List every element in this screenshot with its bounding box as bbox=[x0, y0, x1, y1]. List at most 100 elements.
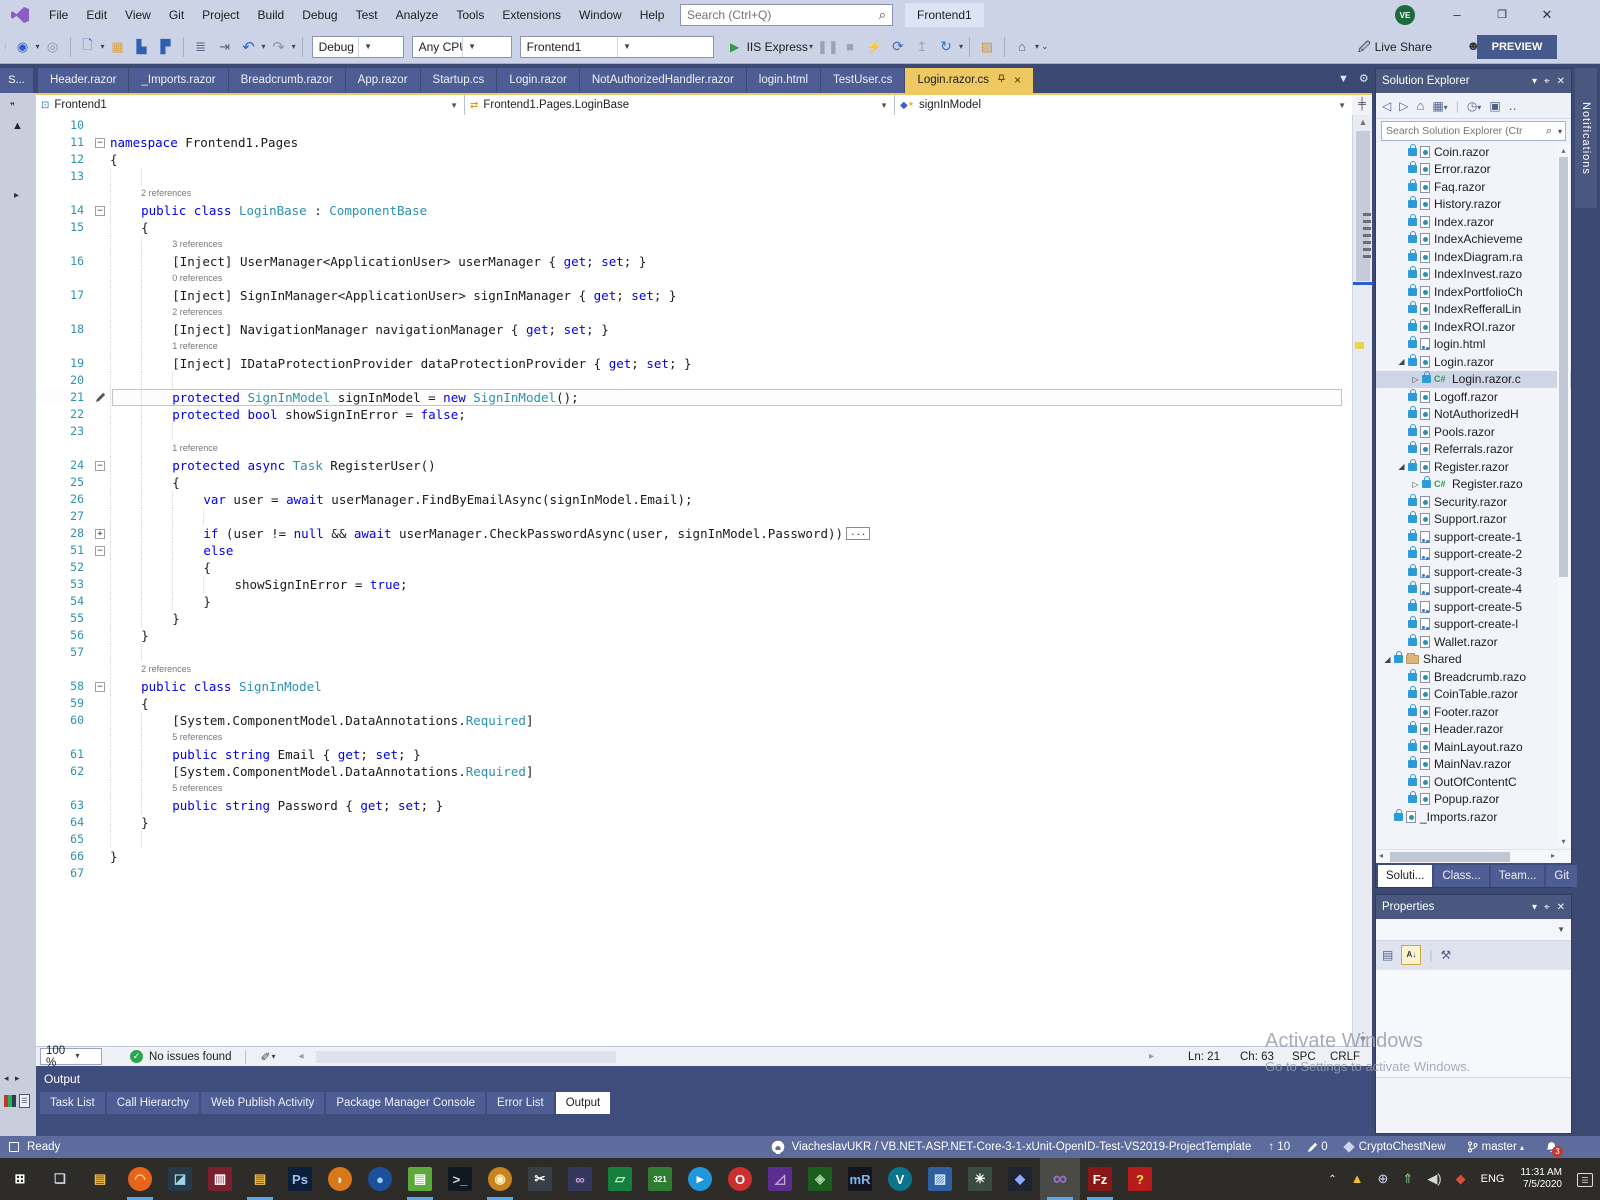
code-line[interactable]: 28 + if (user != null && await userManage… bbox=[36, 525, 1352, 542]
pin-icon[interactable]: ⌖ bbox=[1544, 76, 1550, 87]
panel-menu-icon[interactable]: ▾ bbox=[1532, 902, 1537, 913]
tree-item[interactable]: Logoff.razor bbox=[1376, 388, 1571, 406]
code-line[interactable]: 58− public class SignInModel bbox=[36, 678, 1352, 695]
tree-item[interactable]: Popup.razor bbox=[1376, 791, 1571, 809]
run-target-dropdown[interactable]: ▾ bbox=[809, 42, 813, 51]
tray-speaker-icon[interactable]: ◀) bbox=[1420, 1171, 1448, 1187]
repo-path[interactable]: ViacheslavUKR / VB.NET-ASP.NET-Core-3-1-… bbox=[792, 1141, 1252, 1153]
side-panel-tab[interactable]: S... bbox=[0, 68, 33, 93]
taskbar-start-icon[interactable]: ⊞ bbox=[0, 1158, 40, 1200]
expanded-arrow-icon[interactable]: ◢ bbox=[1382, 655, 1393, 664]
taskbar-maps-icon[interactable]: ◈ bbox=[800, 1158, 840, 1200]
format-brush-icon[interactable]: ✐ bbox=[260, 1050, 270, 1064]
save-icon[interactable]: ▙ bbox=[133, 39, 151, 55]
tree-item[interactable]: IndexAchieveme bbox=[1376, 231, 1571, 249]
output-panel-title[interactable]: Output bbox=[36, 1066, 1372, 1092]
column-indicator[interactable]: Ch: 63 bbox=[1240, 1051, 1292, 1063]
code-editor[interactable]: 10 11− namespace Frontend1.Pages 12{13 2 re… bbox=[36, 115, 1352, 1046]
eol-indicator[interactable]: CRLF bbox=[1330, 1051, 1372, 1063]
repo-name[interactable]: CryptoChestNew bbox=[1343, 1141, 1446, 1153]
hscroll-left-icon[interactable]: ◂ bbox=[299, 1051, 304, 1062]
forward-icon[interactable]: ▷ bbox=[1399, 99, 1408, 113]
code-line[interactable]: 11− namespace Frontend1.Pages bbox=[36, 134, 1352, 151]
tree-item[interactable]: ▷ C# Register.razo bbox=[1376, 476, 1571, 494]
tree-item[interactable]: Faq.razor bbox=[1376, 178, 1571, 196]
home-icon[interactable]: ⌂ bbox=[1416, 98, 1424, 113]
code-line[interactable]: 19 [Inject] IDataProtectionProvider data… bbox=[36, 355, 1352, 372]
platform-combo[interactable]: Any CPU▼ bbox=[411, 35, 512, 58]
taskbar-task-view-icon[interactable]: ❏ bbox=[40, 1158, 80, 1200]
tree-item[interactable]: support-create-3 bbox=[1376, 563, 1571, 581]
doc-tab[interactable]: NotAuthorizedHandler.razor bbox=[579, 68, 746, 93]
browser-link-dropdown[interactable]: ▾ bbox=[1035, 42, 1039, 51]
fold-collapse-icon[interactable]: − bbox=[95, 460, 105, 471]
code-line[interactable]: 24− protected async Task RegisterUser() bbox=[36, 457, 1352, 474]
switch-views-icon[interactable]: ▦▾ bbox=[1432, 99, 1447, 113]
code-line[interactable]: 66} bbox=[36, 848, 1352, 865]
redo-dropdown[interactable]: ▾ bbox=[292, 42, 296, 51]
doc-tab[interactable]: Header.razor bbox=[38, 68, 129, 93]
doc-tab[interactable]: TestUser.cs bbox=[821, 68, 905, 93]
code-line[interactable]: 54 } bbox=[36, 593, 1352, 610]
codelens-references[interactable]: 5 references bbox=[172, 729, 222, 746]
code-line[interactable]: 65 bbox=[36, 831, 1352, 848]
language-indicator[interactable]: ENG bbox=[1473, 1173, 1513, 1185]
notifications-tab[interactable]: Notifications bbox=[1575, 68, 1597, 208]
tree-item[interactable]: _Imports.razor bbox=[1376, 808, 1571, 826]
code-line[interactable]: 62 [System.ComponentModel.DataAnnotation… bbox=[36, 763, 1352, 780]
undo-icon[interactable]: ↶ bbox=[240, 38, 258, 56]
code-line[interactable]: 57 bbox=[36, 644, 1352, 661]
navigate-back-dropdown[interactable]: ▾ bbox=[36, 42, 40, 51]
doc-tab[interactable]: Breadcrumb.razor bbox=[228, 68, 345, 93]
tab-overflow-icon[interactable]: ▼ bbox=[1338, 73, 1359, 85]
tree-item[interactable]: Wallet.razor bbox=[1376, 633, 1571, 651]
code-line[interactable]: 15 { bbox=[36, 219, 1352, 236]
run-target-label[interactable]: IIS Express bbox=[747, 40, 808, 54]
codelens-references[interactable]: 2 references bbox=[172, 304, 222, 321]
taskbar-clock[interactable]: 11:31 AM 7/5/2020 bbox=[1512, 1167, 1570, 1191]
tree-item[interactable]: OutOfContentC bbox=[1376, 773, 1571, 791]
taskbar-folder-icon[interactable]: ▤ bbox=[240, 1158, 280, 1200]
taskbar-vscode-icon[interactable]: ◿ bbox=[760, 1158, 800, 1200]
tab-close-icon[interactable]: × bbox=[1014, 68, 1021, 93]
brush-dropdown[interactable]: ▾ bbox=[272, 1052, 276, 1061]
code-line[interactable]: 18 [Inject] NavigationManager navigation… bbox=[36, 321, 1352, 338]
tray-diamond-red-icon[interactable]: ◆ bbox=[1449, 1171, 1473, 1187]
tree-vertical-scrollbar[interactable]: ▴ ▾ bbox=[1557, 145, 1570, 847]
code-line[interactable]: 5 references bbox=[36, 780, 1352, 797]
pending-edits[interactable]: 0 bbox=[1307, 1141, 1328, 1153]
scrollbar-thumb[interactable] bbox=[1356, 131, 1370, 281]
alphabetical-sort-icon[interactable]: A↓ bbox=[1401, 945, 1422, 965]
codelens-references[interactable]: 1 reference bbox=[172, 338, 218, 355]
redo-icon[interactable]: ↷ bbox=[270, 38, 288, 56]
tree-item[interactable]: support-create-4 bbox=[1376, 581, 1571, 599]
startup-project-combo[interactable]: Frontend1 ▼ bbox=[519, 35, 714, 58]
bottom-tab-package-manager-console[interactable]: Package Manager Console bbox=[326, 1092, 486, 1114]
taskbar-snip-tool-icon[interactable]: ✂ bbox=[520, 1158, 560, 1200]
tree-item[interactable]: CoinTable.razor bbox=[1376, 686, 1571, 704]
taskbar-flake-app-icon[interactable]: ✳ bbox=[960, 1158, 1000, 1200]
taskbar-help-red-icon[interactable]: ? bbox=[1120, 1158, 1160, 1200]
menu-analyze[interactable]: Analyze bbox=[387, 0, 448, 30]
categorized-icon[interactable]: ▤ bbox=[1382, 948, 1393, 962]
fold-collapse-icon[interactable]: − bbox=[95, 545, 105, 556]
taskbar-v-app-icon[interactable]: V bbox=[880, 1158, 920, 1200]
search-dropdown-icon[interactable]: ▾ bbox=[1555, 127, 1565, 136]
search-icon[interactable]: ⌕ bbox=[873, 7, 892, 23]
menu-view[interactable]: View bbox=[116, 0, 160, 30]
search-input[interactable] bbox=[681, 8, 873, 22]
refresh-icon[interactable]: ↻ bbox=[937, 38, 955, 55]
fold-margin[interactable]: − bbox=[92, 202, 110, 219]
code-line[interactable]: 16 [Inject] UserManager<ApplicationUser>… bbox=[36, 253, 1352, 270]
output-nav-arrows[interactable]: ◂ ▸ bbox=[4, 1073, 22, 1084]
tree-item[interactable]: IndexRefferalLin bbox=[1376, 301, 1571, 319]
code-line[interactable]: 1 reference bbox=[36, 440, 1352, 457]
code-line[interactable]: 3 references bbox=[36, 236, 1352, 253]
tree-item[interactable]: Referrals.razor bbox=[1376, 441, 1571, 459]
menu-edit[interactable]: Edit bbox=[77, 0, 116, 30]
taskbar-honey-icon[interactable]: ◉ bbox=[480, 1158, 520, 1200]
scroll-down-icon[interactable]: ▼ bbox=[1353, 1034, 1373, 1044]
expand-arrow-icon[interactable]: ▸ bbox=[14, 190, 19, 201]
property-pages-icon[interactable]: ⚒ bbox=[1440, 948, 1451, 962]
navigate-back-icon[interactable]: ◉ bbox=[14, 39, 32, 55]
